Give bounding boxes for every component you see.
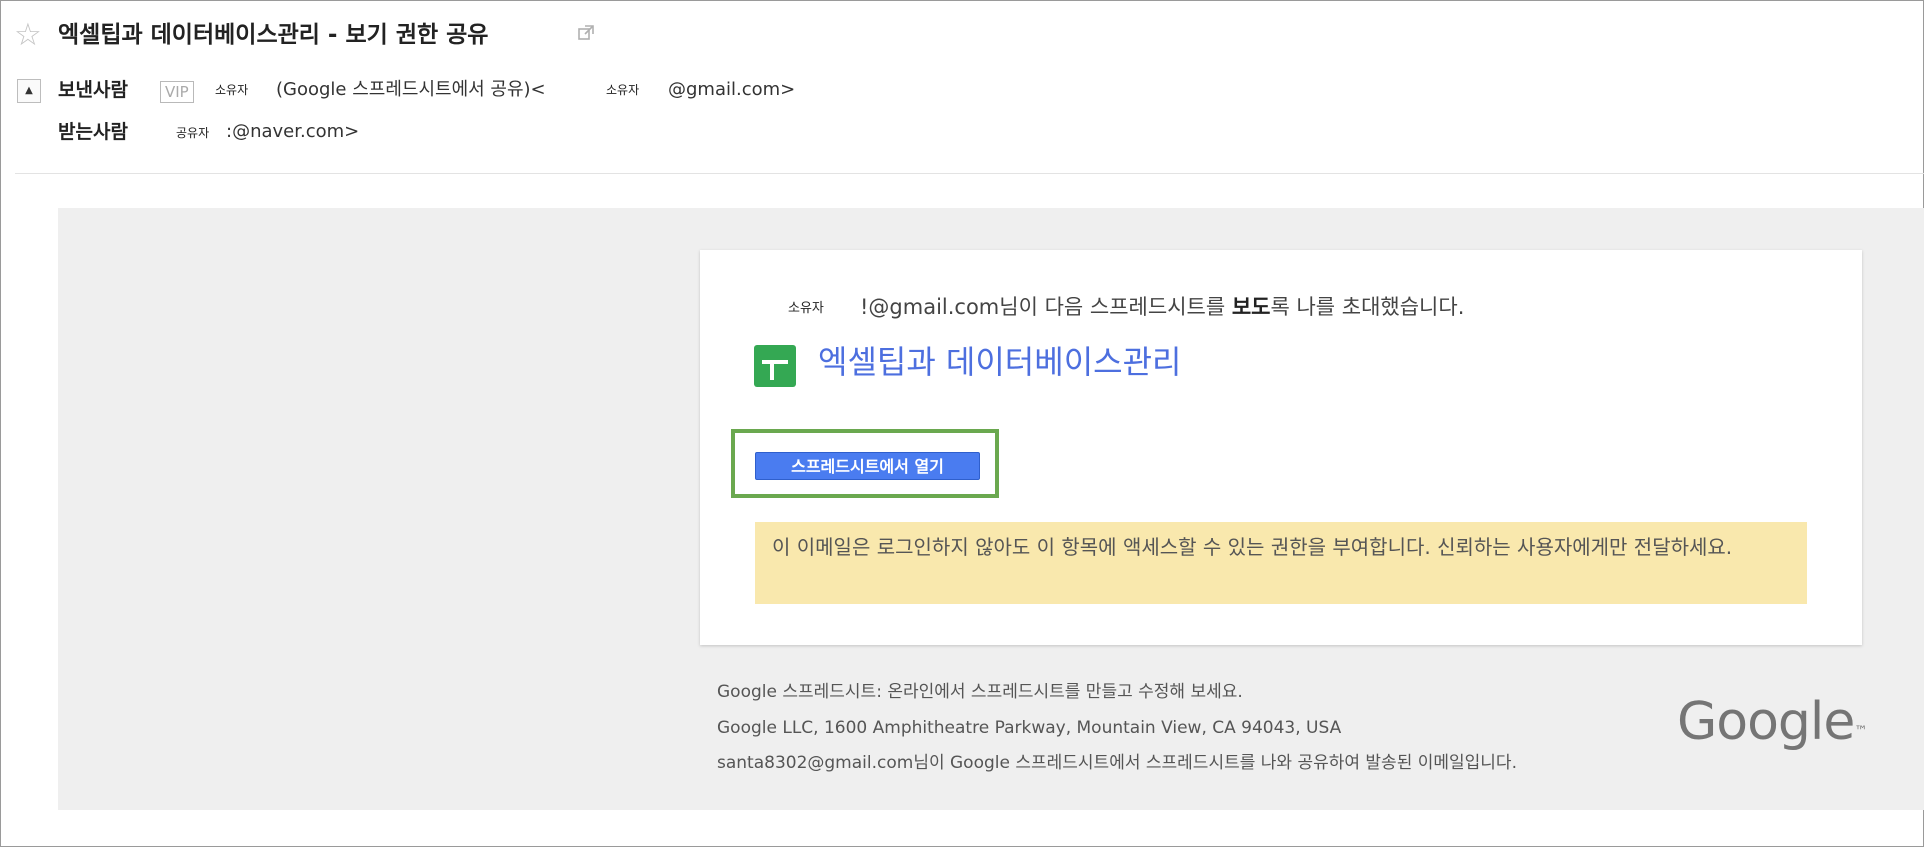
invite-email[interactable]: !@gmail.com: [860, 295, 999, 319]
footer-line-3: santa8302@gmail.com님이 Google 스프레드시트에서 스프…: [717, 753, 1517, 773]
invite-owner-tag: 소유자: [788, 301, 824, 316]
external-link-icon[interactable]: [577, 24, 595, 42]
invite-message: !@gmail.com님이 다음 스프레드시트를 보도록 나를 초대했습니다.: [860, 292, 1464, 322]
from-owner-tag: 소유자: [215, 83, 249, 97]
header-divider: [15, 173, 1924, 174]
open-in-sheets-button[interactable]: 스프레드시트에서 열기: [755, 452, 980, 480]
document-title-link[interactable]: 엑셀팁과 데이터베이스관리: [818, 340, 1181, 384]
from-owner-tag-2: 소유자: [606, 83, 640, 97]
google-logo: Google™: [1677, 692, 1867, 752]
access-warning: 이 이메일은 로그인하지 않아도 이 항목에 액세스할 수 있는 권한을 부여합…: [755, 522, 1807, 604]
google-sheets-icon: [754, 345, 796, 387]
invite-text-bold: 보도: [1231, 295, 1271, 319]
star-icon[interactable]: ☆: [14, 18, 42, 52]
from-sender-text[interactable]: (Google 스프레드시트에서 공유)<: [276, 77, 546, 103]
from-email[interactable]: @gmail.com>: [668, 77, 795, 103]
footer-line-2: Google LLC, 1600 Amphitheatre Parkway, M…: [717, 718, 1342, 738]
from-label: 보낸사람: [58, 79, 128, 101]
invite-text-1: 님이 다음 스프레드시트를: [999, 295, 1232, 319]
google-logo-text: Google: [1677, 692, 1855, 752]
vip-badge[interactable]: VIP: [160, 81, 194, 103]
to-email[interactable]: :@naver.com>: [226, 119, 359, 145]
collapse-arrow-icon[interactable]: ▲: [17, 79, 41, 103]
invite-text-2: 록 나를 초대했습니다.: [1270, 295, 1465, 319]
email-subject: 엑셀팁과 데이터베이스관리 - 보기 권한 공유: [58, 22, 489, 48]
to-label: 받는사람: [58, 121, 128, 143]
footer-line-1: Google 스프레드시트: 온라인에서 스프레드시트를 만들고 수정해 보세요…: [717, 682, 1243, 702]
to-share-tag: 공유자: [176, 126, 210, 140]
google-logo-tm: ™: [1854, 724, 1867, 739]
